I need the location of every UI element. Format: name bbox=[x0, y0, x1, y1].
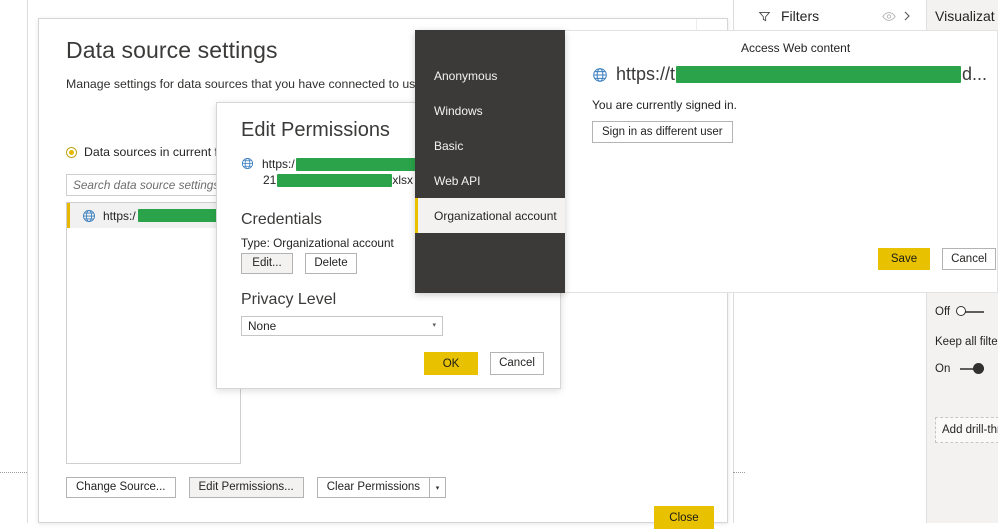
scope-radio-label: Data sources in current file bbox=[84, 145, 231, 159]
chevron-down-icon: ▾ bbox=[432, 322, 436, 329]
access-web-content-url: https://t d... bbox=[592, 64, 992, 85]
url-suffix: d... bbox=[962, 64, 988, 84]
chevron-down-icon[interactable]: ▾ bbox=[429, 477, 447, 498]
clear-permissions-split-button[interactable]: Clear Permissions ▾ bbox=[316, 477, 447, 498]
chevron-right-icon[interactable] bbox=[898, 7, 916, 25]
data-sources-list[interactable]: https:/ oo bbox=[66, 202, 241, 464]
cross-report-state-label: Off bbox=[935, 306, 951, 318]
list-item[interactable]: https:/ oo bbox=[67, 203, 240, 228]
access-web-content-dialog: Access Web content https://t d... You ar… bbox=[565, 30, 998, 293]
sign-in-different-user-wrap: Sign in as different user bbox=[592, 121, 733, 143]
filters-pane-title: Filters bbox=[781, 8, 820, 24]
url-line2-prefix: 21 bbox=[263, 173, 277, 187]
edit-permissions-title: Edit Permissions bbox=[241, 119, 390, 141]
change-source-button[interactable]: Change Source... bbox=[66, 477, 176, 498]
cross-report-toggle[interactable]: Off bbox=[935, 306, 998, 318]
redaction-bar bbox=[295, 157, 431, 171]
ok-button[interactable]: OK bbox=[424, 352, 478, 375]
clear-permissions-button[interactable]: Clear Permissions bbox=[316, 477, 430, 498]
filter-funnel-icon bbox=[755, 7, 773, 25]
edit-permissions-button[interactable]: Edit Permissions... bbox=[188, 477, 304, 498]
sign-in-different-user-button[interactable]: Sign in as different user bbox=[592, 121, 733, 143]
add-drillthrough-row: Add drill-thro bbox=[935, 417, 998, 443]
toggle-knob bbox=[956, 306, 967, 316]
url-line1-prefix: https:/ bbox=[262, 157, 295, 171]
credentials-type: Type: Organizational account bbox=[241, 236, 394, 250]
privacy-level-select[interactable]: None ▾ bbox=[241, 316, 443, 336]
close-button-wrap: Close bbox=[654, 506, 714, 529]
keep-all-filters-label-row: Keep all filters bbox=[935, 336, 998, 348]
keep-all-filters-label: Keep all filters bbox=[935, 336, 998, 348]
cancel-button[interactable]: Cancel bbox=[490, 352, 544, 375]
globe-icon bbox=[592, 67, 608, 83]
url-line2-suffix: xlsx bbox=[392, 173, 414, 187]
canvas-vertical-rule-left bbox=[27, 0, 28, 523]
keep-all-filters-state-label: On bbox=[935, 363, 951, 375]
eye-icon[interactable] bbox=[880, 7, 898, 25]
page-title: Data source settings bbox=[66, 37, 278, 63]
auth-item-basic[interactable]: Basic bbox=[415, 128, 565, 163]
toggle-switch-off[interactable] bbox=[956, 306, 986, 318]
credentials-buttons: Edit... Delete bbox=[241, 253, 357, 274]
privacy-level-value: None bbox=[248, 319, 277, 333]
toggle-knob bbox=[973, 363, 985, 374]
redaction-bar bbox=[137, 209, 225, 222]
toggle-switch-on[interactable] bbox=[956, 363, 986, 375]
visualizations-pane-header[interactable]: Visualizat bbox=[927, 0, 998, 33]
keep-all-filters-toggle[interactable]: On bbox=[935, 363, 998, 375]
filters-pane-header[interactable]: Filters bbox=[745, 0, 927, 33]
signed-in-status: You are currently signed in. bbox=[592, 98, 737, 112]
auth-item-organizational-account[interactable]: Organizational account bbox=[415, 198, 565, 233]
globe-icon bbox=[82, 209, 96, 223]
keep-all-filters-toggle-row: On bbox=[935, 363, 998, 375]
credentials-heading: Credentials bbox=[241, 211, 322, 228]
dialog-action-buttons: Change Source... Edit Permissions... Cle… bbox=[66, 477, 447, 498]
privacy-level-heading: Privacy Level bbox=[241, 291, 337, 308]
edit-permissions-footer: OK Cancel bbox=[424, 352, 544, 375]
canvas-guide-left bbox=[0, 472, 27, 473]
save-button[interactable]: Save bbox=[878, 248, 930, 270]
redaction-bar bbox=[277, 173, 393, 187]
access-web-content-title: Access Web content bbox=[741, 41, 851, 55]
menu-top-spacer bbox=[415, 30, 565, 58]
globe-icon bbox=[241, 157, 255, 171]
access-web-content-footer: Save Cancel bbox=[878, 248, 996, 270]
cross-report-toggle-row: Off bbox=[935, 306, 998, 318]
scope-radio-current-file[interactable]: Data sources in current file bbox=[66, 145, 230, 159]
cancel-button[interactable]: Cancel bbox=[942, 248, 996, 270]
close-button[interactable]: Close bbox=[654, 506, 714, 529]
dialog-subtitle: Manage settings for data sources that yo… bbox=[66, 77, 451, 91]
auth-item-web-api[interactable]: Web API bbox=[415, 163, 565, 198]
auth-item-windows[interactable]: Windows bbox=[415, 93, 565, 128]
search-input[interactable]: Search data source settings bbox=[66, 174, 241, 196]
credentials-delete-button[interactable]: Delete bbox=[305, 253, 357, 274]
credentials-edit-button[interactable]: Edit... bbox=[241, 253, 293, 274]
radio-indicator bbox=[66, 146, 77, 158]
redaction-bar bbox=[676, 66, 962, 83]
auth-item-anonymous[interactable]: Anonymous bbox=[415, 58, 565, 93]
url-prefix: https://t bbox=[616, 64, 676, 84]
authentication-type-menu: Anonymous Windows Basic Web API Organiza… bbox=[415, 30, 565, 293]
list-item-protocol: https:/ bbox=[103, 208, 136, 223]
add-drillthrough-dropzone[interactable]: Add drill-thro bbox=[935, 417, 998, 443]
